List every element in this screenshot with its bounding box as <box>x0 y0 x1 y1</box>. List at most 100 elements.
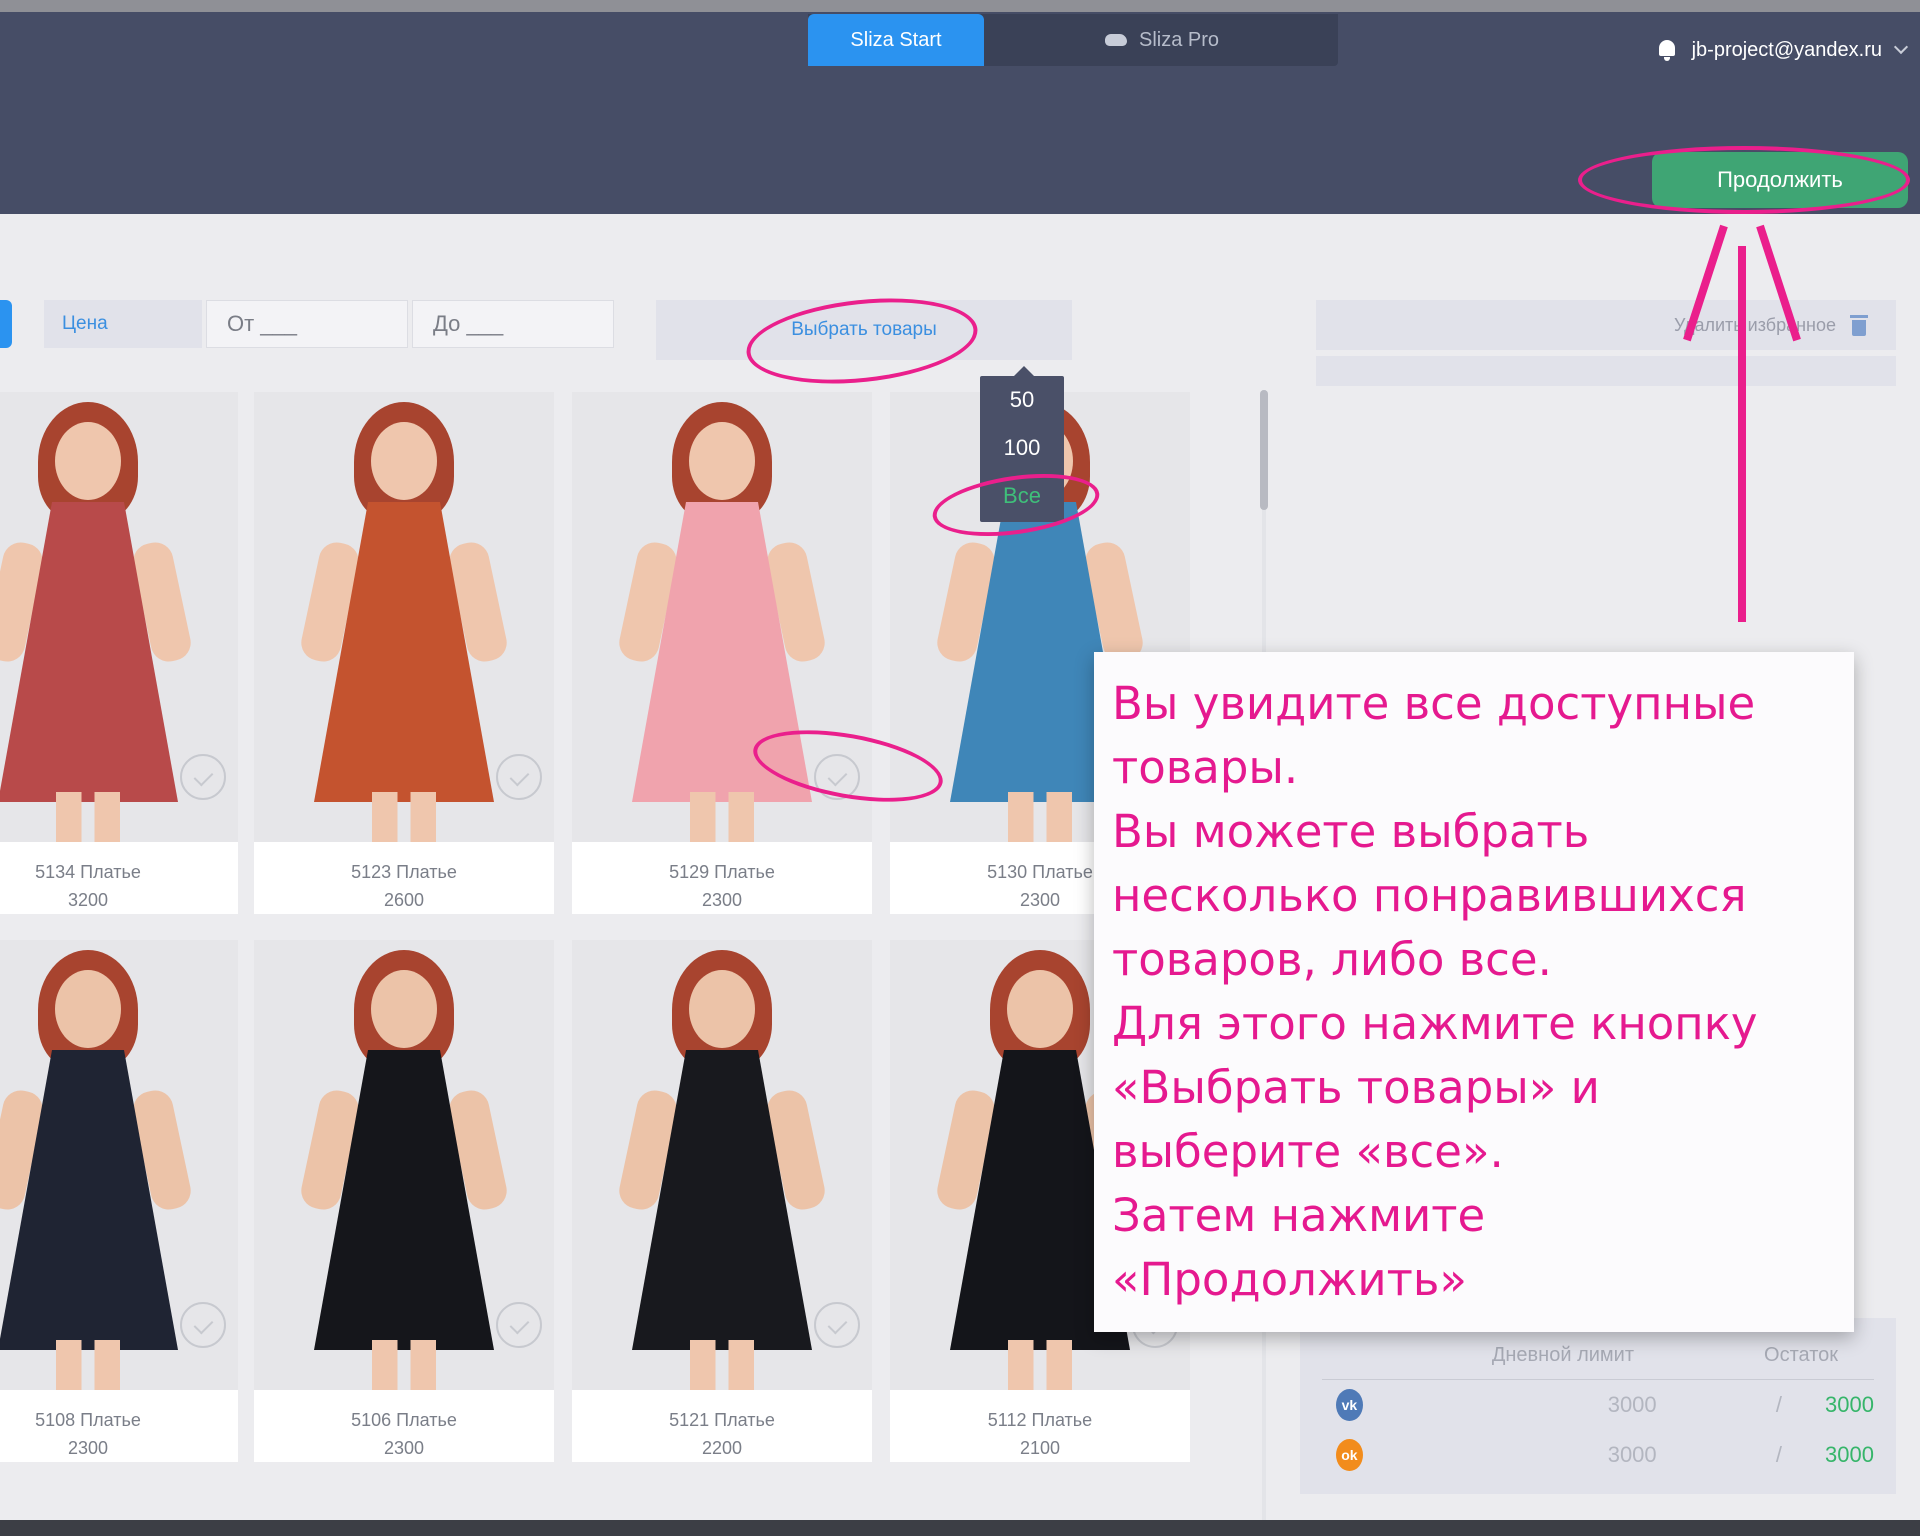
figure-legs <box>372 1340 436 1390</box>
limit-separator: / <box>1775 1442 1783 1467</box>
limit-rest-value: 3000 <box>1825 1442 1874 1467</box>
callout-line: выберите «все». <box>1112 1125 1504 1178</box>
product-name: 5123 Платье <box>351 862 457 882</box>
product-price: 2200 <box>701 1438 743 1458</box>
product-card[interactable]: 5106 Платье 2300 <box>254 940 554 1462</box>
dropdown-option-all[interactable]: Все <box>980 472 1064 520</box>
price-filter: Цена От ___ До ___ <box>44 300 614 348</box>
check-icon[interactable] <box>814 1302 860 1348</box>
tab-sliza-pro-label: Sliza Pro <box>1138 28 1220 51</box>
callout-line: «Продолжить» <box>1112 1253 1467 1306</box>
figure-legs <box>690 792 754 842</box>
select-count-dropdown: 50 100 Все <box>980 366 1064 522</box>
figure-legs <box>1008 792 1072 842</box>
callout-line: Затем нажмите <box>1112 1189 1486 1242</box>
figure-head <box>689 422 755 500</box>
instruction-callout: Вы увидите все доступные товары. Вы може… <box>1094 652 1854 1332</box>
callout-line: «Выбрать товары» и <box>1112 1061 1600 1114</box>
dropdown-option-50[interactable]: 50 <box>980 376 1064 424</box>
product-price: 2100 <box>1019 1438 1061 1458</box>
trash-icon[interactable] <box>1850 314 1868 336</box>
tab-sliza-start-label: Sliza Start <box>850 28 942 51</box>
left-edge-button[interactable] <box>0 300 12 348</box>
product-name: 5112 Платье <box>987 1410 1093 1430</box>
product-price: 2600 <box>383 890 425 910</box>
product-card[interactable]: 5129 Платье 2300 <box>572 392 872 914</box>
continue-button[interactable]: Продолжить <box>1652 152 1908 208</box>
limits-panel: Дневной лимит Остаток vk 3000 / 3000 ok … <box>1300 1318 1896 1494</box>
callout-line: Вы можете выбрать <box>1112 805 1590 858</box>
limit-separator: / <box>1775 1392 1783 1417</box>
cloud-icon <box>1103 32 1129 48</box>
check-icon[interactable] <box>814 754 860 800</box>
limits-col-rest: Остаток <box>1764 1344 1838 1366</box>
select-products-button[interactable]: Выбрать товары <box>656 300 1072 360</box>
product-name: 5134 Платье <box>35 862 141 882</box>
window-frame-top <box>0 0 1920 12</box>
product-photo <box>572 940 872 1390</box>
limit-daily-value: 3000 <box>1607 1442 1657 1467</box>
figure-head <box>371 422 437 500</box>
product-name: 5106 Платье <box>351 1410 457 1430</box>
product-price: 3200 <box>67 890 109 910</box>
product-photo <box>0 392 238 842</box>
product-photo <box>572 392 872 842</box>
user-email[interactable]: jb-project@yandex.ru <box>1692 39 1882 62</box>
limit-row-vk: vk 3000 / 3000 <box>1322 1380 1874 1430</box>
limits-header: Дневной лимит Остаток <box>1322 1344 1874 1380</box>
check-icon[interactable] <box>180 754 226 800</box>
check-icon[interactable] <box>496 754 542 800</box>
price-label: Цена <box>44 300 202 348</box>
figure-legs <box>56 1340 120 1390</box>
product-card[interactable]: 5134 Платье 3200 <box>0 392 238 914</box>
limit-daily-value: 3000 <box>1607 1392 1657 1417</box>
limit-row-ok: ok 3000 / 3000 <box>1322 1430 1874 1480</box>
product-photo <box>0 940 238 1390</box>
figure-head <box>55 970 121 1048</box>
tab-sliza-start[interactable]: Sliza Start <box>808 14 984 66</box>
product-card[interactable]: 5121 Платье 2200 <box>572 940 872 1462</box>
vk-icon: vk <box>1336 1389 1363 1421</box>
dropdown-option-100[interactable]: 100 <box>980 424 1064 472</box>
product-photo <box>254 392 554 842</box>
product-card[interactable]: 5108 Платье 2300 <box>0 940 238 1462</box>
callout-line: товары. <box>1112 741 1299 794</box>
app-header: Sliza Start Sliza Pro jb-project@yandex.… <box>0 12 1920 214</box>
favorites-strip <box>1316 356 1896 386</box>
check-icon[interactable] <box>180 1302 226 1348</box>
chevron-down-icon[interactable] <box>1893 39 1909 55</box>
product-card[interactable]: 5123 Платье 2600 <box>254 392 554 914</box>
figure-legs <box>372 792 436 842</box>
favorites-header: Удалить избранное <box>1316 300 1896 350</box>
user-area: jb-project@yandex.ru <box>1656 38 1909 62</box>
figure-legs <box>690 1340 754 1390</box>
product-name: 5129 Платье <box>669 862 775 882</box>
check-icon[interactable] <box>496 1302 542 1348</box>
product-name: 5108 Платье <box>35 1410 141 1430</box>
price-to-input[interactable]: До ___ <box>412 300 614 348</box>
limit-rest-value: 3000 <box>1825 1392 1874 1417</box>
callout-line: Для этого нажмите кнопку <box>1112 997 1758 1050</box>
ok-icon: ok <box>1336 1439 1363 1471</box>
price-from-input[interactable]: От ___ <box>206 300 408 348</box>
product-name: 5121 Платье <box>669 1410 775 1430</box>
product-price: 2300 <box>701 890 743 910</box>
bell-icon[interactable] <box>1656 38 1678 62</box>
figure-head <box>689 970 755 1048</box>
figure-head <box>55 422 121 500</box>
scrollbar-thumb[interactable] <box>1260 390 1268 510</box>
figure-legs <box>1008 1340 1072 1390</box>
figure-head <box>371 970 437 1048</box>
window-frame-bottom <box>0 1520 1920 1536</box>
callout-line: несколько понравившихся <box>1112 869 1747 922</box>
product-price: 2300 <box>67 1438 109 1458</box>
product-price: 2300 <box>383 1438 425 1458</box>
annotation-arrow <box>1738 246 1746 622</box>
figure-head <box>1007 970 1073 1048</box>
product-photo <box>254 940 554 1390</box>
callout-line: товаров, либо все. <box>1112 933 1552 986</box>
callout-line: Вы увидите все доступные <box>1112 677 1756 730</box>
mode-switch: Sliza Start Sliza Pro <box>808 14 1338 66</box>
tab-sliza-pro[interactable]: Sliza Pro <box>984 14 1338 66</box>
figure-legs <box>56 792 120 842</box>
